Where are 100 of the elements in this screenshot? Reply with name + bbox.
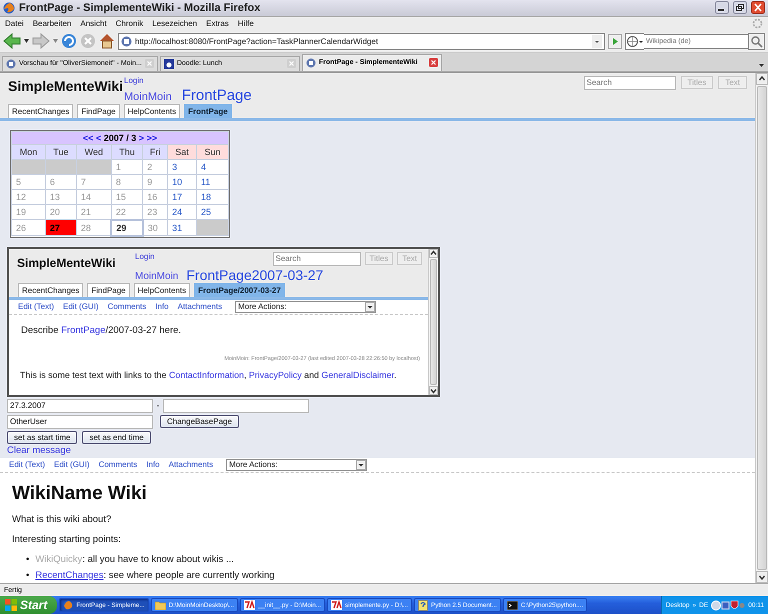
more-actions-dropdown[interactable]: More Actions: xyxy=(226,458,368,471)
calendar-day[interactable]: 10 xyxy=(168,174,196,190)
nav-tab[interactable]: FrontPage xyxy=(184,104,232,118)
more-actions-dropdown[interactable]: More Actions: xyxy=(235,300,376,313)
calendar-next-link[interactable]: > xyxy=(138,132,144,143)
home-icon[interactable] xyxy=(99,33,115,50)
change-base-page-button[interactable]: ChangeBasePage xyxy=(160,415,239,428)
action-link[interactable]: Edit (GUI) xyxy=(63,302,99,312)
calendar-day[interactable]: 27 xyxy=(45,220,76,236)
breadcrumb-link[interactable]: MoinMoin xyxy=(135,270,178,282)
action-link[interactable]: Attachments xyxy=(168,460,214,470)
address-field[interactable]: http://localhost:8080/FrontPage?action=TaskPlannerCalendarWidget xyxy=(118,32,605,50)
start-button[interactable]: Start xyxy=(0,596,58,614)
action-link[interactable]: Info xyxy=(155,302,169,312)
calendar-prev-link[interactable]: << xyxy=(82,132,94,143)
text-editor-icon xyxy=(244,600,256,610)
action-link[interactable]: Comments xyxy=(98,460,138,470)
activity-throbber-icon xyxy=(752,18,763,30)
bullet: • xyxy=(26,554,30,566)
user-field[interactable]: OtherUser xyxy=(7,414,153,429)
nav-tab[interactable]: HelpContents xyxy=(124,104,180,118)
nav-tab[interactable]: RecentChanges xyxy=(8,104,74,118)
scroll-down-icon[interactable] xyxy=(756,571,768,584)
range-separator: - xyxy=(156,401,160,410)
calendar-day[interactable]: 4 xyxy=(196,159,228,174)
start-date-field[interactable]: 27.3.2007 xyxy=(7,398,153,413)
wiki-logo[interactable]: SimpleMenteWiki xyxy=(8,76,124,103)
set-time-button[interactable]: set as end time xyxy=(82,430,151,444)
action-link[interactable]: Edit (GUI) xyxy=(54,460,90,470)
bullet: • xyxy=(26,570,30,582)
window-title: FrontPage - SimplementeWiki - Mozilla Firefox xyxy=(19,2,262,14)
console-icon xyxy=(506,600,518,610)
action-link[interactable]: Edit (Text) xyxy=(18,302,54,312)
scrollbar-thumb[interactable] xyxy=(430,258,437,385)
page-link[interactable]: FrontPage xyxy=(61,324,106,336)
action-link[interactable]: Info xyxy=(146,460,160,470)
login-link[interactable]: Login xyxy=(135,252,155,266)
calendar-month: 2007 / 3 xyxy=(104,132,136,143)
scroll-up-icon[interactable] xyxy=(429,248,438,258)
clear-message-link[interactable]: Clear message xyxy=(7,444,71,456)
help-document-icon xyxy=(418,600,428,610)
tray-icons-drawing[interactable] xyxy=(711,600,746,610)
page-title: FrontPage xyxy=(182,88,252,103)
wiki-link[interactable]: RecentChanges xyxy=(35,570,104,581)
menu-item[interactable]: Ansicht xyxy=(77,19,113,28)
weekday-header: Sat xyxy=(168,144,196,160)
breadcrumb-link[interactable]: MoinMoin xyxy=(124,90,172,103)
calendar-day[interactable]: 24 xyxy=(168,204,196,220)
menu-item[interactable]: Datei xyxy=(2,19,30,28)
menu-item[interactable]: Hilfe xyxy=(234,19,260,28)
menu-item[interactable]: Extras xyxy=(203,19,235,28)
wiki-logo[interactable]: SimpleMenteWiki xyxy=(17,252,135,282)
weekday-header: Thu xyxy=(111,144,143,160)
scroll-up-icon[interactable] xyxy=(756,72,768,85)
dropdown-arrow-icon[interactable] xyxy=(24,39,29,44)
search-field[interactable]: Search xyxy=(272,252,360,266)
set-time-button[interactable]: set as start time xyxy=(7,430,78,444)
reload-icon[interactable] xyxy=(61,33,77,50)
calendar-prev-link[interactable]: < xyxy=(96,132,102,143)
action-link[interactable]: Comments xyxy=(108,302,146,312)
scrollbar-thumb[interactable] xyxy=(757,86,767,570)
close-tab-icon[interactable] xyxy=(428,58,438,68)
nav-tab[interactable]: RecentChanges xyxy=(18,282,84,297)
wiki-link[interactable]: GeneralDisclaimer xyxy=(321,370,394,380)
calendar-day[interactable]: 17 xyxy=(168,189,196,204)
weekday-header: Sun xyxy=(196,144,228,160)
menu-item[interactable]: Chronik xyxy=(112,19,150,28)
weekday-header: Fri xyxy=(142,144,168,160)
wiki-link[interactable]: ContactInformation xyxy=(168,370,244,380)
search-field[interactable]: Search xyxy=(584,76,676,90)
action-link[interactable]: Attachments xyxy=(178,302,222,312)
minimize-icon[interactable] xyxy=(715,1,729,14)
calendar-next-link[interactable]: >> xyxy=(146,132,158,143)
nav-tab[interactable]: FindPage xyxy=(77,104,120,118)
search-icon[interactable] xyxy=(748,32,765,50)
action-link[interactable]: Edit (Text) xyxy=(9,460,46,470)
text-editor-icon xyxy=(331,600,342,610)
restore-icon[interactable] xyxy=(733,1,747,14)
calendar-day[interactable]: 11 xyxy=(196,174,228,190)
page-favicon-icon xyxy=(306,58,316,68)
page-text: Describe FrontPage/2007-03-27 here. xyxy=(21,324,182,336)
wiki-link[interactable]: PrivacyPolicy xyxy=(248,370,302,380)
calendar-day[interactable]: 31 xyxy=(168,220,196,236)
paragraph: What is this wiki about? xyxy=(12,514,112,525)
nav-tab[interactable]: FrontPage/2007-03-27 xyxy=(194,282,285,297)
calendar-day[interactable]: 18 xyxy=(196,189,228,204)
back-icon[interactable] xyxy=(3,33,21,50)
end-date-field[interactable] xyxy=(163,398,309,413)
nav-tab[interactable]: HelpContents xyxy=(134,282,190,297)
calendar-day[interactable]: 29 xyxy=(111,220,143,236)
weekday-header: Mon xyxy=(12,144,46,160)
calendar-day[interactable]: 3 xyxy=(168,159,196,174)
menu-item[interactable]: Bearbeiten xyxy=(30,19,78,28)
scroll-down-icon[interactable] xyxy=(429,386,438,395)
menu-item[interactable]: Lesezeichen xyxy=(149,19,204,28)
nav-tab[interactable]: FindPage xyxy=(87,282,130,297)
close-icon[interactable] xyxy=(751,1,765,14)
page-favicon-icon xyxy=(121,36,132,47)
login-link[interactable]: Login xyxy=(124,76,144,90)
search-engine-icon[interactable] xyxy=(626,34,644,48)
